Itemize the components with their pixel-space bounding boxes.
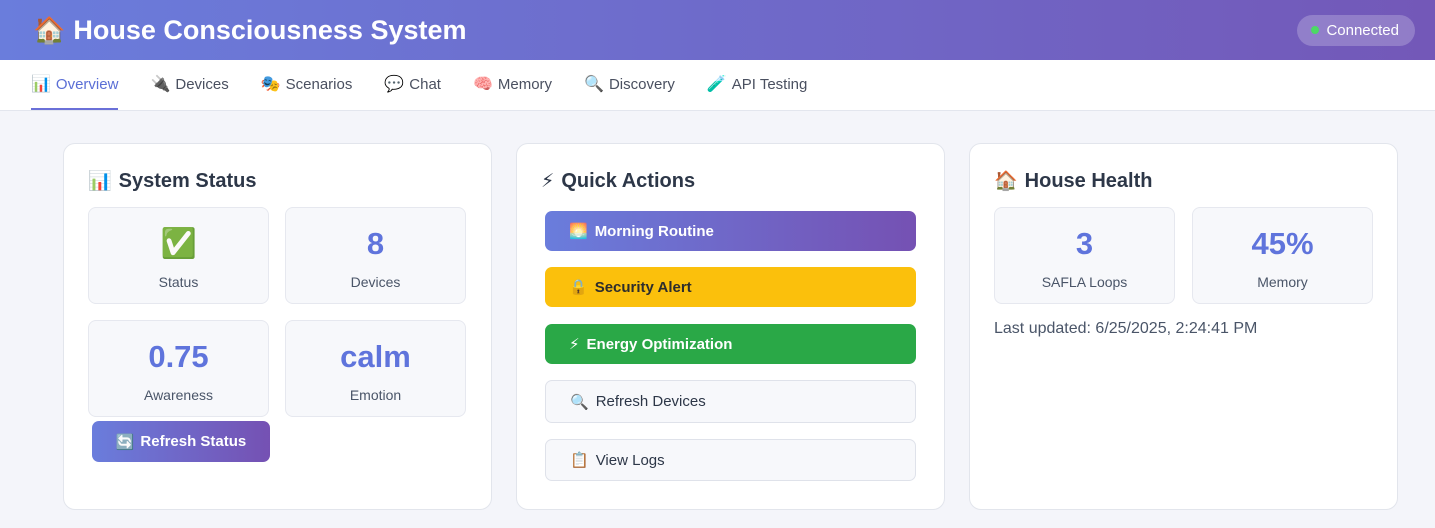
tab-scenarios[interactable]: 🎭 Scenarios — [261, 60, 353, 110]
tab-label: Devices — [175, 75, 229, 93]
clipboard-icon: 📋 — [570, 452, 589, 469]
magnifier-icon: 🔍 — [570, 393, 589, 411]
app-header: 🏠 House Consciousness System Connected — [0, 0, 1435, 60]
sunrise-icon: 🌅 — [569, 223, 588, 240]
bar-chart-icon: 📊 — [31, 76, 51, 93]
stat-label: Status — [158, 274, 199, 290]
tab-label: Scenarios — [285, 75, 353, 93]
button-label: Security Alert — [594, 278, 692, 296]
tab-overview[interactable]: 📊 Overview — [31, 60, 119, 110]
plug-icon: 🔌 — [150, 76, 171, 93]
theater-masks-icon: 🎭 — [260, 76, 281, 93]
stat-value: 3 — [1075, 226, 1094, 261]
button-label: Refresh Devices — [595, 393, 706, 410]
refresh-status-button[interactable]: 🔄 Refresh Status — [92, 421, 270, 462]
house-health-card: 🏠 House Health 3 SAFLA Loops 45% Memory … — [969, 143, 1398, 510]
app-title-text: House Consciousness System — [73, 14, 467, 45]
stat-label: SAFLA Loops — [1041, 274, 1128, 290]
stat-status: ✅ Status — [88, 207, 269, 304]
stat-emotion: calm Emotion — [285, 320, 466, 417]
tab-chat[interactable]: 💬 Chat — [384, 60, 441, 110]
stat-safla-loops: 3 SAFLA Loops — [994, 207, 1175, 304]
test-tube-icon: 🧪 — [706, 76, 727, 93]
button-label: Refresh Status — [140, 433, 247, 450]
stat-value: 45% — [1251, 226, 1314, 261]
tab-label: Overview — [55, 75, 119, 93]
stat-value: calm — [340, 339, 411, 374]
tab-bar: 📊 Overview 🔌 Devices 🎭 Scenarios 💬 Chat … — [0, 60, 1435, 111]
app-title: 🏠 House Consciousness System — [33, 15, 467, 46]
brain-icon: 🧠 — [472, 76, 493, 93]
stat-devices: 8 Devices — [285, 207, 466, 304]
morning-routine-button[interactable]: 🌅 Morning Routine — [545, 211, 916, 251]
stat-awareness: 0.75 Awareness — [88, 320, 269, 417]
stat-value: 8 — [366, 226, 385, 261]
stat-label: Emotion — [349, 387, 402, 403]
tab-label: Chat — [409, 75, 441, 93]
energy-optimization-button[interactable]: ⚡ Energy Optimization — [545, 324, 916, 364]
tab-label: Memory — [497, 75, 553, 93]
tab-memory[interactable]: 🧠 Memory — [473, 60, 552, 110]
house-health-title: 🏠 House Health — [994, 168, 1373, 194]
card-title-text: System Status — [118, 169, 257, 192]
house-icon: 🏠 — [33, 14, 66, 45]
tab-discovery[interactable]: 🔍 Discovery — [584, 60, 675, 110]
quick-actions-card: ⚡ Quick Actions 🌅 Morning Routine 🔒 Secu… — [516, 143, 945, 510]
card-title-text: Quick Actions — [561, 169, 696, 192]
tab-api-testing[interactable]: 🧪 API Testing — [707, 60, 808, 110]
stat-label: Devices — [350, 274, 401, 290]
system-status-card: 📊 System Status ✅ Status 8 Devices 0.75 … — [63, 143, 492, 510]
button-label: View Logs — [595, 451, 665, 469]
lightning-icon: ⚡ — [541, 170, 555, 192]
lightning-icon: ⚡ — [569, 336, 580, 353]
bar-chart-icon: 📊 — [88, 171, 112, 192]
magnifier-icon: 🔍 — [584, 76, 604, 93]
button-label: Energy Optimization — [586, 335, 733, 353]
button-label: Morning Routine — [594, 222, 714, 240]
tab-label: Discovery — [608, 75, 675, 93]
stat-memory: 45% Memory — [1192, 207, 1373, 304]
last-updated-text: Last updated: 6/25/2025, 2:24:41 PM — [994, 320, 1258, 337]
stat-value: 0.75 — [148, 339, 209, 374]
refresh-icon: 🔄 — [115, 433, 135, 451]
view-logs-button[interactable]: 📋 View Logs — [545, 439, 916, 481]
refresh-devices-button[interactable]: 🔍 Refresh Devices — [545, 380, 916, 423]
speech-bubble-icon: 💬 — [384, 76, 405, 93]
house-icon: 🏠 — [994, 171, 1018, 192]
card-title-text: House Health — [1024, 169, 1153, 192]
stat-label: Awareness — [143, 387, 213, 403]
system-status-title: 📊 System Status — [88, 168, 467, 194]
stat-label: Memory — [1257, 274, 1308, 290]
quick-actions-title: ⚡ Quick Actions — [541, 168, 920, 194]
check-mark-icon: ✅ — [160, 228, 197, 260]
connection-status-badge: Connected — [1297, 14, 1415, 46]
connection-dot-icon — [1311, 26, 1320, 34]
tab-label: API Testing — [731, 75, 808, 93]
connection-status-label: Connected — [1326, 21, 1399, 39]
tab-devices[interactable]: 🔌 Devices — [150, 60, 228, 110]
security-alert-button[interactable]: 🔒 Security Alert — [545, 267, 916, 307]
lock-icon: 🔒 — [569, 279, 588, 296]
